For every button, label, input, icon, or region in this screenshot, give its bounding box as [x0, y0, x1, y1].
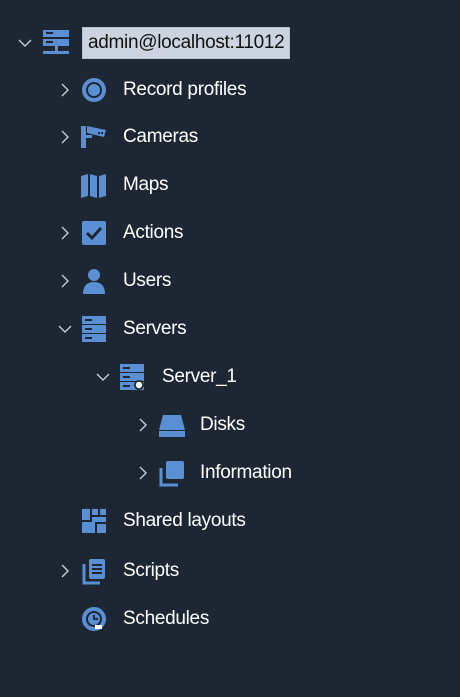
tree-item-label: Users	[123, 270, 172, 291]
tree-item-scripts[interactable]: Scripts	[0, 552, 460, 590]
tree-item-actions[interactable]: Actions	[0, 214, 460, 252]
chevron-right-icon[interactable]	[57, 129, 73, 145]
tree-root-label[interactable]: admin@localhost:11012	[82, 27, 291, 59]
user-icon	[79, 266, 109, 296]
tree-item-servers[interactable]: Servers	[0, 310, 460, 348]
camera-icon	[79, 122, 109, 152]
tree-item-label: Shared layouts	[123, 510, 246, 531]
tree-item-label: Cameras	[123, 126, 198, 147]
tree-item-information[interactable]: Information	[0, 454, 460, 492]
chevron-right-icon[interactable]	[57, 82, 73, 98]
scripts-icon	[79, 556, 109, 586]
tree-item-label: Servers	[123, 318, 187, 339]
chevron-right-icon[interactable]	[135, 417, 151, 433]
tree-item-label: Server_1	[162, 366, 237, 387]
chevron-down-icon[interactable]	[95, 369, 111, 385]
chevron-right-icon[interactable]	[57, 225, 73, 241]
chevron-down-icon[interactable]	[57, 321, 73, 337]
tree-item-label: Schedules	[123, 608, 210, 629]
tree-item-shared-layouts[interactable]: Shared layouts	[0, 502, 460, 540]
tree-item-users[interactable]: Users	[0, 262, 460, 300]
tree-item-label: Actions	[123, 222, 184, 243]
tree-item-server-1[interactable]: Server_1	[0, 358, 460, 396]
chevron-right-icon[interactable]	[57, 563, 73, 579]
tree-item-label: Information	[200, 462, 292, 483]
chevron-down-icon[interactable]	[17, 35, 33, 51]
navigation-tree: admin@localhost:11012 Record profiles Ca…	[0, 0, 460, 697]
tree-item-label: Scripts	[123, 560, 179, 581]
layout-icon	[79, 506, 109, 536]
map-icon	[79, 170, 109, 200]
tree-item-schedules[interactable]: Schedules	[0, 600, 460, 638]
tree-item-maps[interactable]: Maps	[0, 166, 460, 204]
tree-item-record-profiles[interactable]: Record profiles	[0, 71, 460, 109]
checkbox-icon	[79, 218, 109, 248]
tree-item-label: Record profiles	[123, 79, 247, 100]
chevron-right-icon[interactable]	[57, 273, 73, 289]
disk-icon	[157, 410, 187, 440]
tree-item-label: Disks	[200, 414, 245, 435]
tree-root[interactable]: admin@localhost:11012	[0, 24, 460, 62]
tree-item-cameras[interactable]: Cameras	[0, 118, 460, 156]
server-icon	[117, 362, 147, 392]
chevron-right-icon[interactable]	[135, 465, 151, 481]
information-icon	[157, 458, 187, 488]
server-cluster-icon	[41, 28, 71, 58]
record-icon	[79, 75, 109, 105]
servers-icon	[79, 314, 109, 344]
tree-item-label: Maps	[123, 174, 169, 195]
schedule-icon	[79, 604, 109, 634]
tree-item-disks[interactable]: Disks	[0, 406, 460, 444]
